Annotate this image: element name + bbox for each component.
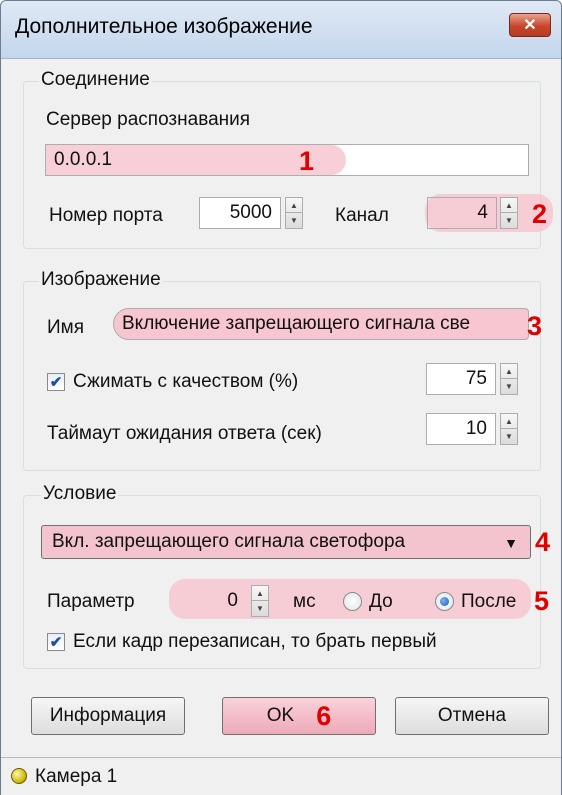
spin-down-icon[interactable]: ▼ — [501, 213, 517, 228]
overwrite-label: Если кадр перезаписан, то брать первый — [73, 631, 437, 652]
chevron-down-icon[interactable]: ▼ — [504, 535, 518, 551]
unit-label: мс — [293, 591, 316, 612]
dialog-window: Дополнительное изображение ✕ Соединение … — [0, 0, 562, 795]
server-value: 0.0.0.1 — [54, 149, 113, 170]
marker-1: 1 — [299, 146, 315, 176]
server-input[interactable]: 0.0.0.1 — [45, 144, 529, 176]
compress-spinner[interactable]: ▲ ▼ — [500, 363, 518, 395]
server-label: Сервер распознавания — [46, 109, 251, 130]
before-label: До — [369, 591, 393, 612]
marker-2: 2 — [532, 199, 548, 229]
cancel-button-label: Отмена — [437, 705, 507, 726]
camera-label: Камера 1 — [35, 766, 118, 787]
condition-selected: Вкл. запрещающего сигнала светофора — [52, 531, 406, 552]
channel-value: 4 — [477, 202, 488, 223]
overwrite-checkbox[interactable]: ✔ — [47, 633, 65, 651]
channel-label: Канал — [335, 205, 389, 226]
spin-up-icon[interactable]: ▲ — [501, 198, 517, 213]
channel-spinner[interactable]: ▲ ▼ — [500, 197, 518, 229]
radio-before[interactable] — [343, 592, 362, 611]
timeout-value: 10 — [465, 418, 487, 439]
status-bar: Камера 1 — [1, 757, 561, 795]
compress-checkbox[interactable]: ✔ — [47, 373, 65, 391]
image-legend: Изображение — [39, 269, 163, 291]
compress-label: Сжимать с качеством (%) — [73, 371, 299, 392]
condition-legend: Условие — [41, 483, 119, 505]
name-label: Имя — [47, 317, 85, 338]
name-input[interactable]: Включение запрещающего сигнала све — [113, 308, 529, 340]
check-icon: ✔ — [49, 633, 63, 651]
param-value: 0 — [227, 590, 238, 611]
info-button[interactable]: Информация — [31, 697, 185, 735]
param-label: Параметр — [47, 591, 135, 612]
name-value: Включение запрещающего сигнала све — [122, 313, 471, 334]
spin-down-icon[interactable]: ▼ — [501, 379, 517, 394]
timeout-label: Таймаут ожидания ответа (сек) — [47, 423, 322, 444]
param-spinner[interactable]: ▲ ▼ — [251, 585, 269, 617]
port-label: Номер порта — [49, 205, 163, 226]
spin-up-icon[interactable]: ▲ — [286, 198, 302, 213]
marker-6: 6 — [316, 700, 332, 731]
spin-up-icon[interactable]: ▲ — [252, 586, 268, 601]
marker-5: 5 — [534, 586, 550, 616]
timeout-spinner[interactable]: ▲ ▼ — [500, 413, 518, 445]
close-icon: ✕ — [523, 17, 537, 34]
compress-value: 75 — [465, 368, 487, 389]
spin-up-icon[interactable]: ▲ — [501, 414, 517, 429]
connection-legend: Соединение — [39, 69, 152, 91]
channel-input[interactable]: 4 — [427, 197, 497, 229]
window-title: Дополнительное изображение — [15, 15, 313, 38]
ok-button[interactable]: OK 6 — [222, 697, 376, 735]
close-button[interactable]: ✕ — [509, 13, 551, 37]
camera-status-icon — [11, 768, 27, 784]
port-spinner[interactable]: ▲ ▼ — [285, 197, 303, 229]
timeout-input[interactable]: 10 — [426, 413, 496, 445]
compress-input[interactable]: 75 — [426, 363, 496, 395]
after-label: После — [461, 591, 517, 612]
marker-4: 4 — [535, 527, 551, 557]
spin-down-icon[interactable]: ▼ — [501, 429, 517, 444]
spin-up-icon[interactable]: ▲ — [501, 364, 517, 379]
cancel-button[interactable]: Отмена — [395, 697, 549, 735]
spin-down-icon[interactable]: ▼ — [286, 213, 302, 228]
info-button-label: Информация — [49, 705, 167, 726]
check-icon: ✔ — [49, 373, 63, 391]
ok-button-label: OK — [266, 705, 295, 726]
radio-after[interactable] — [435, 592, 454, 611]
port-input[interactable]: 5000 — [199, 197, 281, 229]
param-input[interactable]: 0 — [177, 585, 247, 617]
port-value: 5000 — [229, 202, 272, 223]
marker-3: 3 — [527, 311, 543, 341]
condition-dropdown[interactable]: Вкл. запрещающего сигнала светофора ▼ — [41, 525, 531, 559]
spin-down-icon[interactable]: ▼ — [252, 601, 268, 616]
title-bar[interactable]: Дополнительное изображение ✕ — [1, 1, 561, 59]
